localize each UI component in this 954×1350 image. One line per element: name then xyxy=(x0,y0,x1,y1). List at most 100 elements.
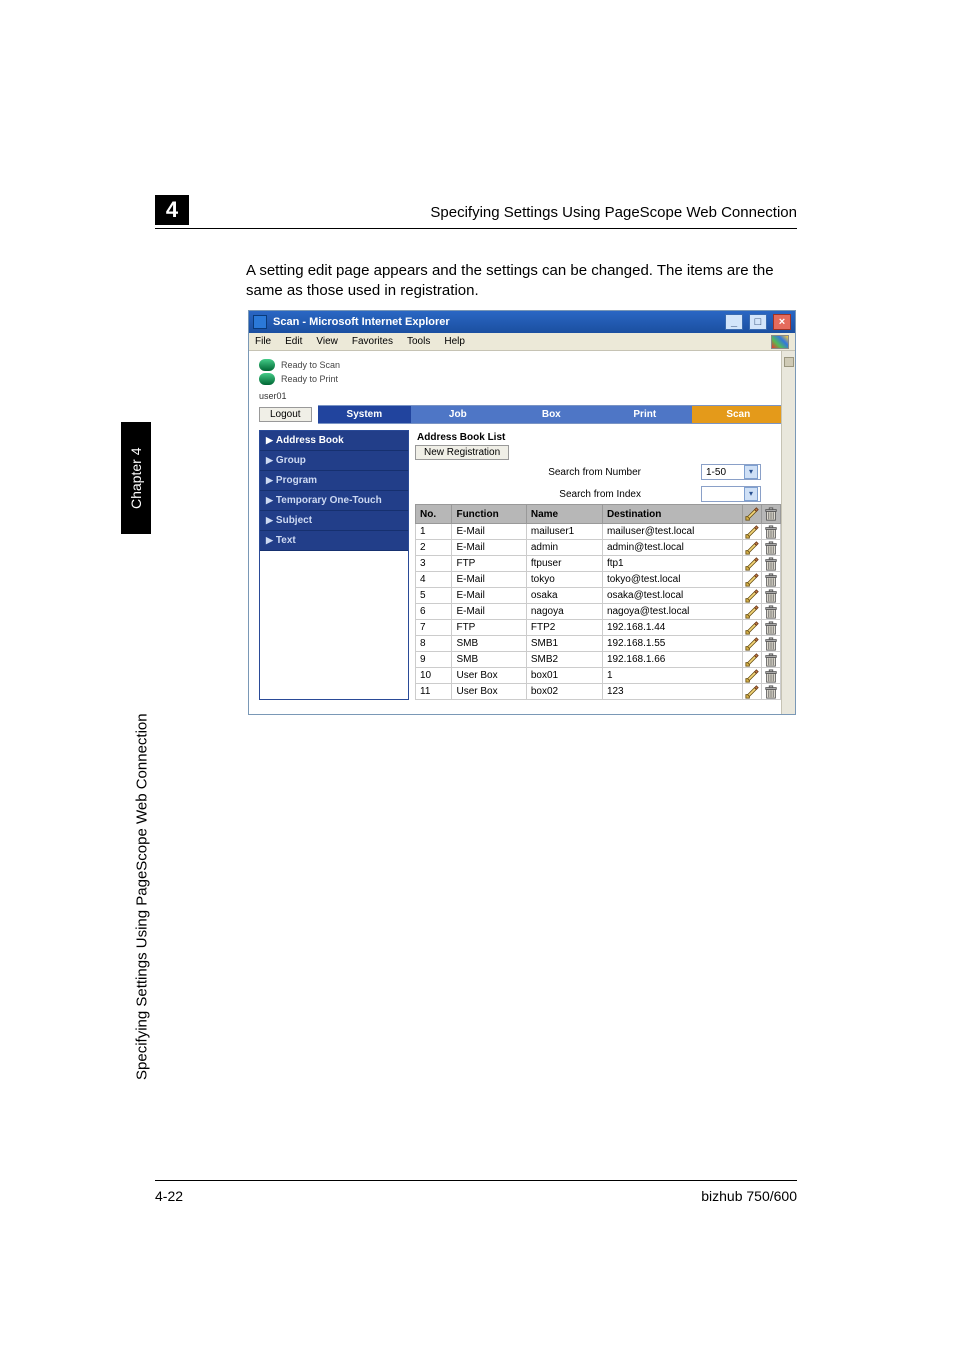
delete-icon[interactable] xyxy=(764,589,778,603)
side-label-text: Specifying Settings Using PageScope Web … xyxy=(134,713,151,1080)
address-table: No. Function Name Destination xyxy=(415,504,781,700)
table-row: 9SMBSMB2192.168.1.66 xyxy=(416,652,781,668)
edit-icon[interactable] xyxy=(745,653,759,667)
sidebar-item-text[interactable]: ▶Text xyxy=(260,531,408,551)
delete-icon[interactable] xyxy=(764,637,778,651)
delete-icon[interactable] xyxy=(764,685,778,699)
delete-icon[interactable] xyxy=(764,541,778,555)
tab-system[interactable]: System xyxy=(318,406,411,423)
new-registration-button[interactable]: New Registration xyxy=(415,445,509,460)
logout-button[interactable]: Logout xyxy=(259,407,312,422)
search-index-select[interactable]: ▾ xyxy=(701,486,761,502)
header-title: Specifying Settings Using PageScope Web … xyxy=(430,204,797,221)
delete-icon[interactable] xyxy=(764,621,778,635)
cell-function: E-Mail xyxy=(452,588,526,604)
edit-icon[interactable] xyxy=(745,685,759,699)
footer-rule xyxy=(155,1180,797,1181)
edit-icon[interactable] xyxy=(745,669,759,683)
chevron-right-icon: ▶ xyxy=(266,455,273,465)
vertical-scrollbar[interactable] xyxy=(781,351,795,714)
delete-icon[interactable] xyxy=(764,557,778,571)
chevron-right-icon: ▶ xyxy=(266,475,273,485)
cell-destination: ftp1 xyxy=(602,556,742,572)
body-paragraph: A setting edit page appears and the sett… xyxy=(246,261,796,302)
delete-icon[interactable] xyxy=(764,605,778,619)
cell-name: box02 xyxy=(526,684,602,700)
chapter-number: 4 xyxy=(155,195,189,225)
delete-icon[interactable] xyxy=(764,653,778,667)
search-index-label: Search from Index xyxy=(559,489,641,500)
cell-function: SMB xyxy=(452,652,526,668)
sidebar-item-group[interactable]: ▶Group xyxy=(260,451,408,471)
scrollbar-thumb[interactable] xyxy=(784,357,794,367)
side-label: Specifying Settings Using PageScope Web … xyxy=(127,595,157,1080)
side-chapter-tab: Chapter 4 xyxy=(121,422,151,534)
cell-destination: nagoya@test.local xyxy=(602,604,742,620)
cell-function: User Box xyxy=(452,684,526,700)
cell-destination: 192.168.1.66 xyxy=(602,652,742,668)
device-status: Ready to Scan Ready to Print xyxy=(249,351,795,391)
tab-box[interactable]: Box xyxy=(505,406,598,423)
status-scan: Ready to Scan xyxy=(281,360,340,370)
minimize-button[interactable]: _ xyxy=(725,314,743,330)
footer-model: bizhub 750/600 xyxy=(701,1188,797,1204)
tabbar: System Job Box Print Scan xyxy=(318,405,785,424)
cell-name: SMB2 xyxy=(526,652,602,668)
search-number-select[interactable]: 1-50 ▾ xyxy=(701,464,761,480)
cell-name: mailuser1 xyxy=(526,524,602,540)
cell-name: nagoya xyxy=(526,604,602,620)
col-destination: Destination xyxy=(602,505,742,524)
chevron-right-icon: ▶ xyxy=(266,535,273,545)
search-number-value: 1-50 xyxy=(706,467,726,478)
menu-tools[interactable]: Tools xyxy=(407,336,430,347)
cell-destination: mailuser@test.local xyxy=(602,524,742,540)
edit-icon[interactable] xyxy=(745,573,759,587)
cell-destination: 123 xyxy=(602,684,742,700)
search-number-label: Search from Number xyxy=(548,467,641,478)
sidebar-item-program[interactable]: ▶Program xyxy=(260,471,408,491)
ie-icon xyxy=(253,315,267,329)
edit-icon[interactable] xyxy=(745,525,759,539)
sidebar-item-subject[interactable]: ▶Subject xyxy=(260,511,408,531)
chevron-down-icon: ▾ xyxy=(744,487,758,501)
edit-icon[interactable] xyxy=(745,557,759,571)
cell-destination: tokyo@test.local xyxy=(602,572,742,588)
ie-flag-icon xyxy=(771,335,789,349)
sidebar-item-temporary-one-touch[interactable]: ▶Temporary One-Touch xyxy=(260,491,408,511)
menu-edit[interactable]: Edit xyxy=(285,336,302,347)
chevron-right-icon: ▶ xyxy=(266,435,273,445)
edit-icon[interactable] xyxy=(745,621,759,635)
cell-name: ftpuser xyxy=(526,556,602,572)
printer-icon xyxy=(259,373,275,385)
main-panel: Address Book List New Registration Searc… xyxy=(415,430,781,700)
cell-name: FTP2 xyxy=(526,620,602,636)
delete-icon[interactable] xyxy=(764,669,778,683)
delete-icon[interactable] xyxy=(764,573,778,587)
close-button[interactable]: × xyxy=(773,314,791,330)
menu-file[interactable]: File xyxy=(255,336,271,347)
edit-icon[interactable] xyxy=(745,541,759,555)
tab-scan[interactable]: Scan xyxy=(692,406,785,423)
menu-favorites[interactable]: Favorites xyxy=(352,336,393,347)
table-row: 10User Boxbox011 xyxy=(416,668,781,684)
table-row: 3FTPftpuserftp1 xyxy=(416,556,781,572)
tab-print[interactable]: Print xyxy=(598,406,691,423)
screenshot-window: Scan - Microsoft Internet Explorer _ □ ×… xyxy=(248,310,796,715)
cell-name: box01 xyxy=(526,668,602,684)
edit-icon[interactable] xyxy=(745,637,759,651)
cell-destination: 192.168.1.55 xyxy=(602,636,742,652)
menu-view[interactable]: View xyxy=(316,336,338,347)
menu-help[interactable]: Help xyxy=(444,336,465,347)
cell-no: 8 xyxy=(416,636,452,652)
delete-icon[interactable] xyxy=(764,525,778,539)
window-title: Scan - Microsoft Internet Explorer xyxy=(273,316,719,328)
menubar: File Edit View Favorites Tools Help xyxy=(249,333,795,351)
sidebar-item-address-book[interactable]: ▶Address Book xyxy=(260,431,408,451)
tab-job[interactable]: Job xyxy=(411,406,504,423)
cell-function: E-Mail xyxy=(452,524,526,540)
table-row: 2E-Mailadminadmin@test.local xyxy=(416,540,781,556)
cell-no: 3 xyxy=(416,556,452,572)
maximize-button[interactable]: □ xyxy=(749,314,767,330)
edit-icon[interactable] xyxy=(745,605,759,619)
edit-icon[interactable] xyxy=(745,589,759,603)
